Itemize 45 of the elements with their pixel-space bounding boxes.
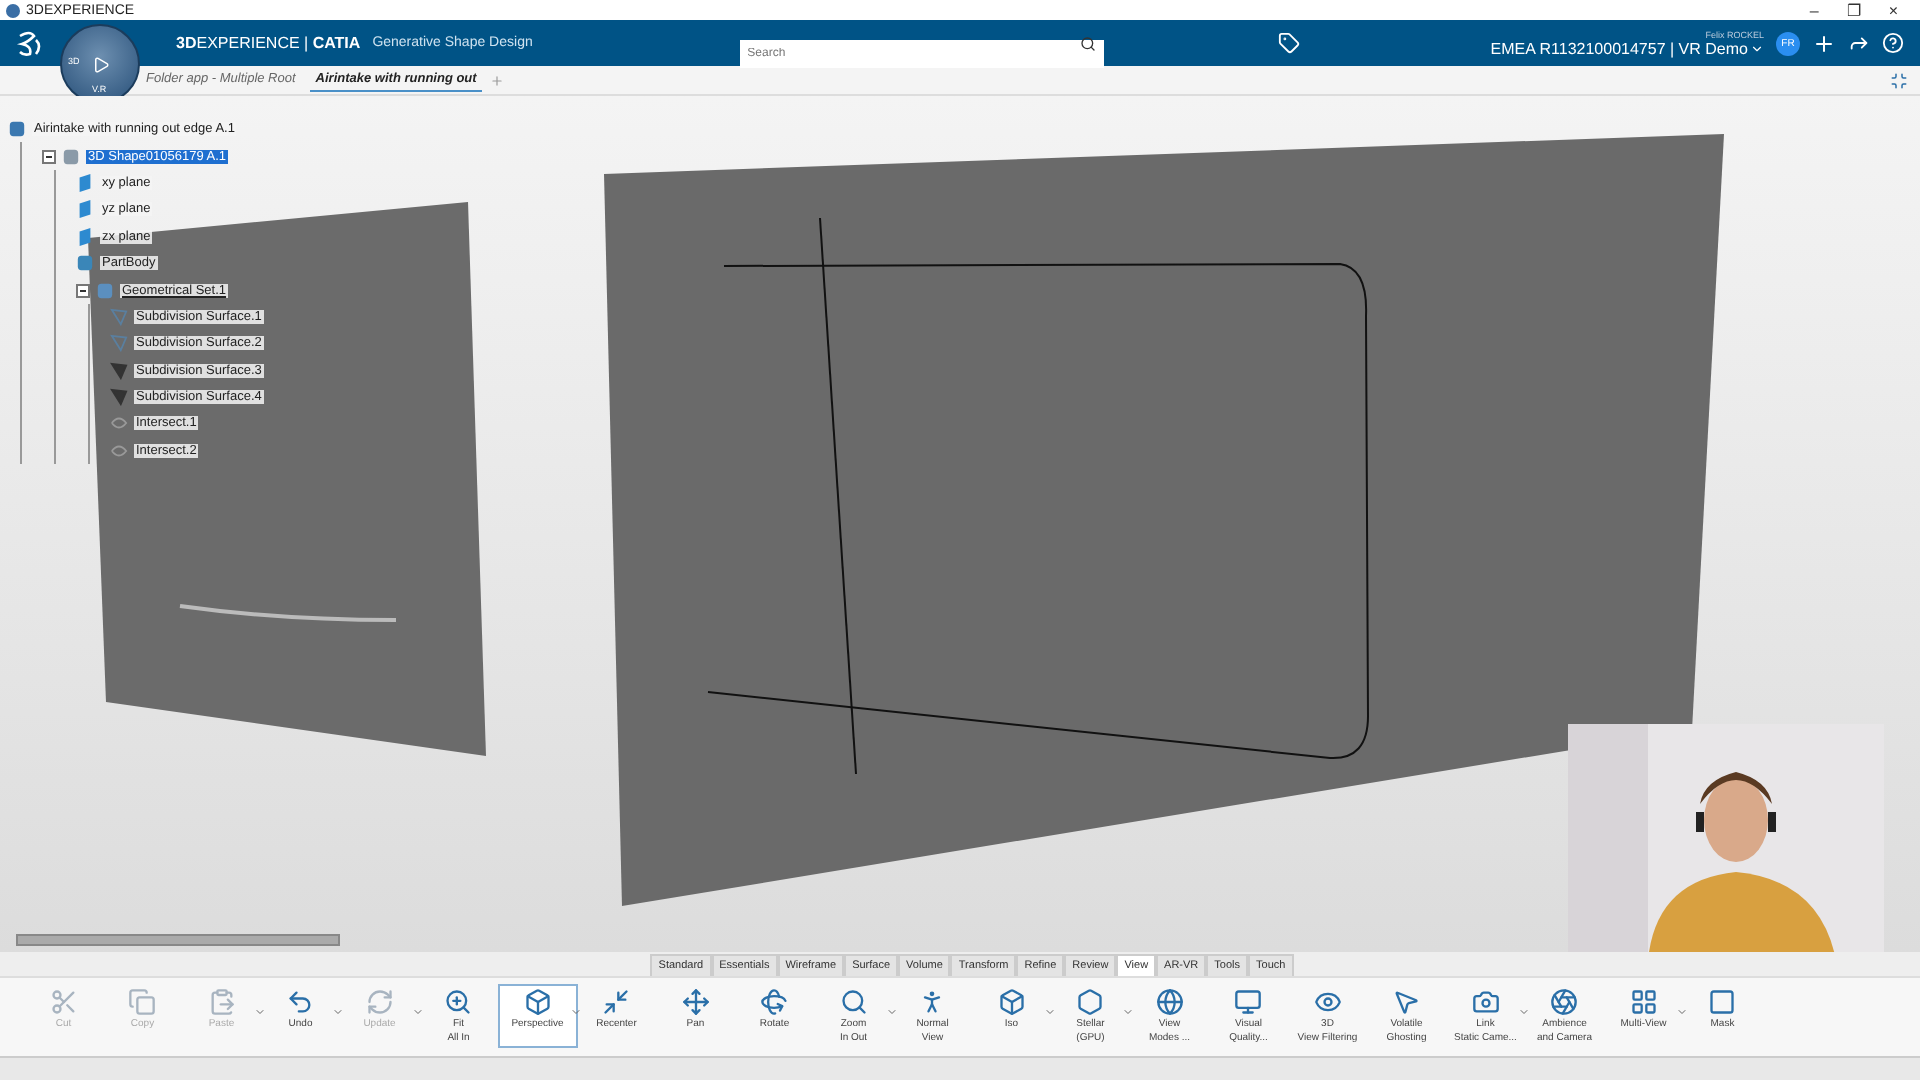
search-icon[interactable]	[1079, 35, 1096, 51]
collapse-toggle[interactable]	[76, 283, 90, 298]
brand-title: 3DEXPERIENCE | CATIA	[176, 34, 361, 52]
add-tab-icon[interactable]	[490, 74, 505, 88]
caret-icon[interactable]	[1749, 41, 1764, 55]
play-icon[interactable]	[91, 55, 109, 73]
globe-icon	[1155, 988, 1184, 1016]
rotate-icon	[760, 988, 789, 1016]
recenter-icon	[602, 988, 631, 1016]
app-logo-icon	[6, 3, 20, 17]
move-icon	[681, 988, 710, 1016]
product-icon	[8, 120, 26, 139]
copy-icon	[128, 988, 157, 1016]
eye-icon	[1313, 988, 1342, 1016]
caret-icon[interactable]	[569, 1006, 581, 1018]
share-icon[interactable]	[1847, 32, 1870, 54]
help-icon[interactable]	[1881, 32, 1904, 54]
camera-icon	[1471, 988, 1500, 1016]
scissors-icon	[49, 988, 78, 1016]
collapse-icon[interactable]	[1890, 71, 1908, 89]
scrollbar[interactable]	[0, 1056, 1920, 1080]
hexagon-icon	[1076, 988, 1105, 1016]
search-icon	[839, 988, 868, 1016]
collapse-toggle[interactable]	[42, 149, 56, 164]
cube-icon	[997, 988, 1026, 1016]
minimize-button[interactable]: –	[1809, 1, 1819, 19]
restore-button[interactable]: ❐	[1846, 1, 1861, 19]
body-icon	[76, 254, 94, 273]
zoom-icon	[444, 988, 473, 1016]
refresh-icon	[365, 988, 394, 1016]
pointer-icon	[1392, 988, 1421, 1016]
shape-icon	[62, 147, 80, 166]
scrollbar[interactable]	[16, 934, 340, 946]
add-icon[interactable]	[1811, 31, 1836, 55]
aperture-icon	[1550, 988, 1579, 1016]
cube-icon	[523, 988, 552, 1016]
square-icon	[1708, 988, 1737, 1016]
undo-icon	[286, 988, 315, 1016]
close-button[interactable]: ×	[1888, 1, 1898, 19]
monitor-icon	[1234, 988, 1263, 1016]
tenant-selector[interactable]: EMEA R1132100014757 | VR Demo	[1490, 39, 1764, 57]
brand-logo-icon	[16, 29, 44, 57]
tag-icon[interactable]	[1277, 32, 1300, 54]
clipboard-icon	[207, 988, 236, 1016]
grid-icon	[1629, 988, 1658, 1016]
